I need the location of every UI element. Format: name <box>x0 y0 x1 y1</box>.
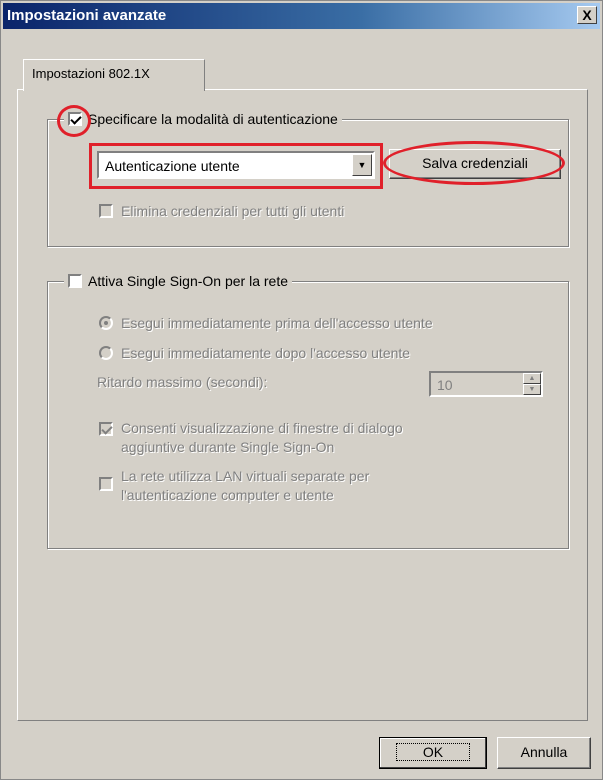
separate-vlan-checkbox[interactable] <box>99 477 113 491</box>
spinner-arrows[interactable]: ▲ ▼ <box>523 373 541 395</box>
max-delay-row: Ritardo massimo (secondi): <box>97 374 267 390</box>
delete-credentials-row: Elimina credenziali per tutti gli utenti <box>99 203 344 219</box>
vlan-row: La rete utilizza LAN virtuali separate p… <box>99 467 369 505</box>
delete-credentials-label: Elimina credenziali per tutti gli utenti <box>121 203 345 219</box>
allow-dialogs-checkbox[interactable] <box>99 422 113 436</box>
max-delay-label: Ritardo massimo (secondi): <box>97 374 268 390</box>
spin-up-icon[interactable]: ▲ <box>523 373 541 384</box>
close-button[interactable]: X <box>577 6 597 24</box>
enable-sso-checkbox[interactable] <box>68 274 82 288</box>
allow-dialogs-label-line2: aggiuntive durante Single Sign-On <box>121 439 335 455</box>
separate-vlan-label-line2: l'autenticazione computer e utente <box>121 487 334 503</box>
radio-before-row: Esegui immediatamente prima dell'accesso… <box>99 315 433 331</box>
separate-vlan-label: La rete utilizza LAN virtuali separate p… <box>121 467 369 505</box>
radio-after-row: Esegui immediatamente dopo l'accesso ute… <box>99 345 410 361</box>
auth-mode-legend: Specificare la modalità di autenticazion… <box>64 108 342 130</box>
run-after-logon-label: Esegui immediatamente dopo l'accesso ute… <box>121 345 411 361</box>
cancel-label: Annulla <box>520 744 568 760</box>
annotation-ellipse-save-button <box>383 141 565 185</box>
run-before-logon-radio[interactable] <box>99 316 113 330</box>
allow-dialogs-row: Consenti visualizzazione di finestre di … <box>99 419 403 457</box>
title-bar[interactable]: Impostazioni avanzate X <box>3 3 600 29</box>
max-delay-value: 10 <box>437 377 453 393</box>
delete-credentials-checkbox[interactable] <box>99 204 113 218</box>
enable-sso-label: Attiva Single Sign-On per la rete <box>88 273 288 289</box>
sso-legend: Attiva Single Sign-On per la rete <box>64 270 292 292</box>
allow-dialogs-label: Consenti visualizzazione di finestre di … <box>121 419 403 457</box>
max-delay-spinner[interactable]: 10 ▲ ▼ <box>429 371 543 397</box>
ok-button[interactable]: OK <box>379 737 487 769</box>
advanced-settings-dialog: Impostazioni avanzate X Impostazioni 802… <box>0 0 603 780</box>
spin-down-icon[interactable]: ▼ <box>523 384 541 395</box>
tab-802-1x-settings[interactable]: Impostazioni 802.1X <box>23 59 205 91</box>
allow-dialogs-label-line1: Consenti visualizzazione di finestre di … <box>121 420 403 436</box>
specify-auth-mode-label: Specificare la modalità di autenticazion… <box>88 111 338 127</box>
annotation-circle-checkbox <box>57 105 91 137</box>
run-before-logon-label: Esegui immediatamente prima dell'accesso… <box>121 315 433 331</box>
separate-vlan-label-line1: La rete utilizza LAN virtuali separate p… <box>121 468 370 484</box>
run-after-logon-radio[interactable] <box>99 346 113 360</box>
annotation-box-dropdown <box>89 143 383 189</box>
window-title: Impostazioni avanzate <box>7 7 167 24</box>
ok-label: OK <box>395 743 471 761</box>
cancel-button[interactable]: Annulla <box>497 737 591 769</box>
